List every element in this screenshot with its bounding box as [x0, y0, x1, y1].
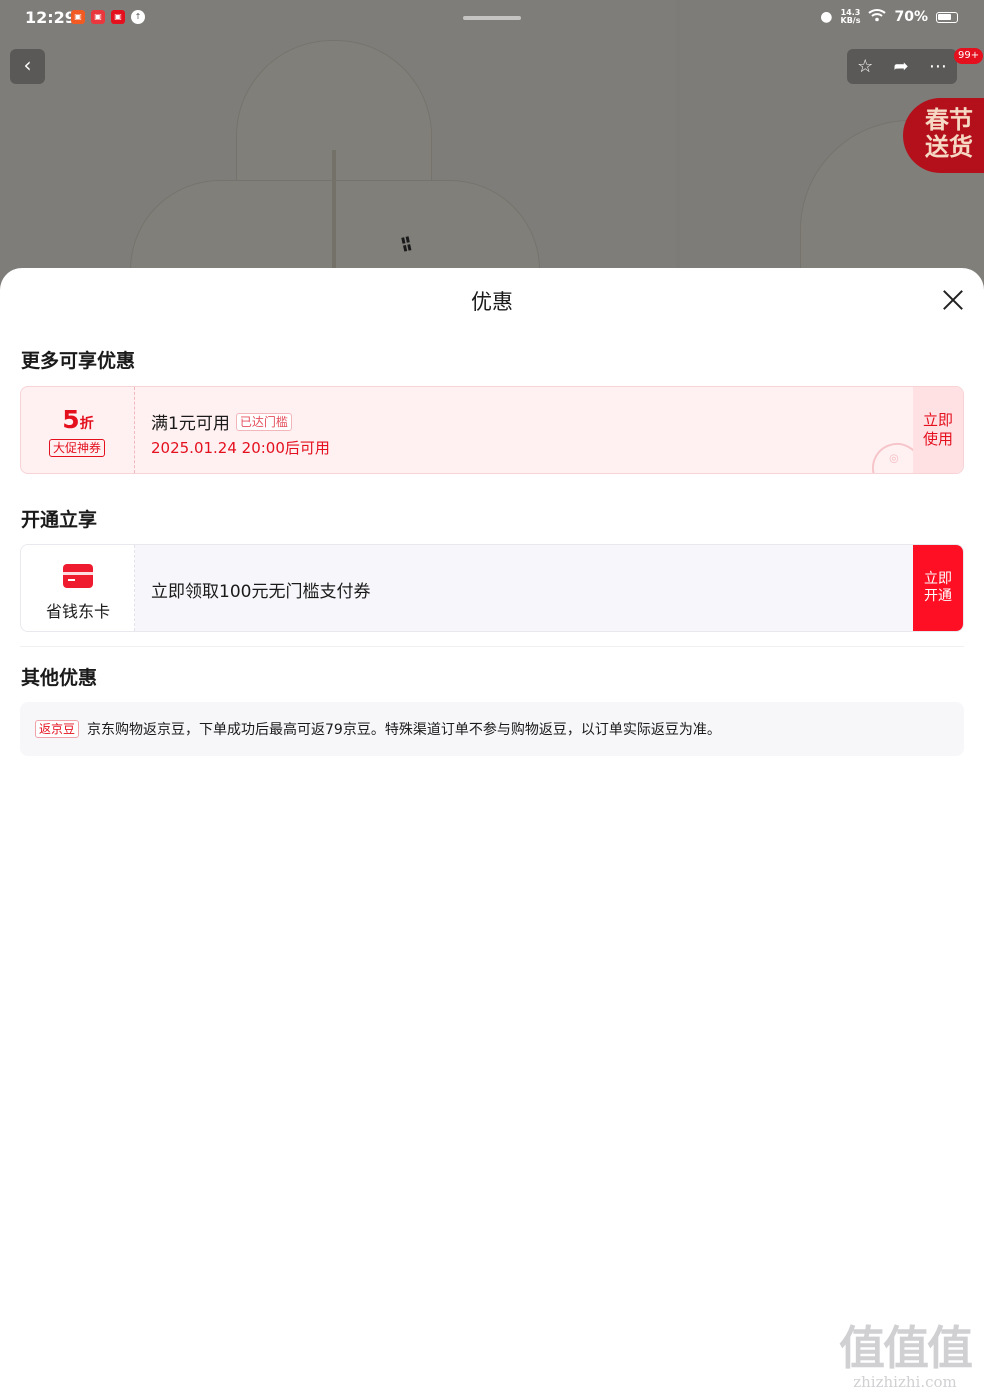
battery-icon	[936, 11, 958, 23]
festival-line-1: 春节	[925, 105, 973, 134]
threshold-reached-tag: 已达门槛	[235, 412, 292, 431]
network-speed: 14.3 KB/s	[841, 9, 861, 25]
jingdou-tag: 返京豆	[35, 720, 80, 738]
more-menu-icon[interactable]: ⋯	[929, 56, 947, 77]
coupon-type-tag: 大促神券	[49, 439, 106, 457]
overlay-scrim[interactable]	[0, 0, 984, 300]
jingdou-rebate-text: 京东购物返京豆，下单成功后最高可返79京豆。特殊渠道订单不参与购物返豆，以订单实…	[87, 722, 721, 738]
sheet-title: 优惠	[471, 290, 513, 314]
close-button[interactable]	[938, 285, 968, 315]
window-handle[interactable]	[463, 16, 521, 20]
coupon-value: 5折	[21, 405, 135, 434]
chevron-left-icon: ‹	[23, 53, 32, 77]
share-icon[interactable]: ➦	[894, 56, 909, 77]
section-divider	[20, 646, 964, 647]
membership-card[interactable]: 省钱东卡 立即领取100元无门槛支付券 立即 开通	[20, 544, 964, 632]
section-title-more: 更多可享优惠	[21, 350, 136, 372]
app-notification-icon: ▣	[111, 10, 125, 24]
credit-card-icon	[63, 564, 93, 588]
location-icon: ●	[820, 9, 833, 25]
membership-offer-text: 立即领取100元无门槛支付券	[151, 582, 371, 602]
favorite-star-icon[interactable]: ☆	[857, 56, 873, 77]
watermark-glyphs: 值值值	[839, 1321, 973, 1375]
coupon-condition-row: 满1元可用 已达门槛	[151, 409, 330, 434]
back-button[interactable]: ‹	[10, 49, 45, 84]
activate-membership-button[interactable]: 立即 开通	[913, 545, 963, 631]
use-coupon-button[interactable]: 立即 使用	[913, 387, 963, 473]
coupon-discount-unit: 折	[79, 416, 94, 432]
coupon-discount-number: 5	[62, 405, 80, 434]
activate-line-1: 立即	[924, 571, 952, 587]
coupon-card[interactable]: 5折 大促神券 满1元可用 已达门槛 2025.01.24 20:00后可用 ◎…	[20, 386, 964, 474]
activate-line-2: 开通	[924, 588, 952, 604]
use-coupon-line-1: 立即	[922, 411, 953, 429]
section-title-open: 开通立享	[21, 509, 98, 531]
top-action-bar: ☆ ➦ ⋯	[847, 49, 957, 84]
festival-delivery-badge[interactable]: 春节 送货	[903, 98, 984, 173]
membership-name: 省钱东卡	[45, 602, 110, 621]
section-title-other: 其他优惠	[21, 667, 98, 689]
wifi-icon	[868, 8, 887, 26]
message-count-badge: 99+	[954, 48, 984, 64]
status-bar: 12:29 ▣ ▣ ▣ ↑ ● 14.3 KB/s 70%	[0, 0, 984, 36]
jingdou-rebate-row: 返京豆 京东购物返京豆，下单成功后最高可返79京豆。特殊渠道订单不参与购物返豆，…	[20, 702, 964, 756]
site-watermark: 值值值 zhizhizhi.com	[834, 1322, 976, 1390]
membership-brand-area: 省钱东卡	[21, 545, 135, 631]
coupon-valid-date: 2025.01.24 20:00后可用	[151, 439, 330, 457]
coupon-info: 满1元可用 已达门槛 2025.01.24 20:00后可用	[151, 409, 330, 458]
network-speed-unit: KB/s	[840, 16, 861, 25]
coupon-value-area: 5折 大促神券	[21, 387, 135, 473]
upload-icon: ↑	[131, 10, 145, 24]
battery-percent: 70%	[894, 9, 928, 25]
promotion-sheet: 优惠 更多可享优惠 5折 大促神券 满1元可用 已达门槛 2025.01.24 …	[0, 268, 984, 1400]
app-notification-icon: ▣	[71, 10, 85, 24]
status-right: ● 14.3 KB/s 70%	[820, 8, 958, 26]
app-notification-icon: ▣	[91, 10, 105, 24]
watermark-url: zhizhizhi.com	[853, 1373, 957, 1391]
coupon-condition: 满1元可用	[151, 414, 230, 434]
status-time: 12:29	[25, 8, 76, 27]
use-coupon-line-2: 使用	[922, 430, 953, 448]
festival-line-2: 送货	[925, 132, 973, 161]
